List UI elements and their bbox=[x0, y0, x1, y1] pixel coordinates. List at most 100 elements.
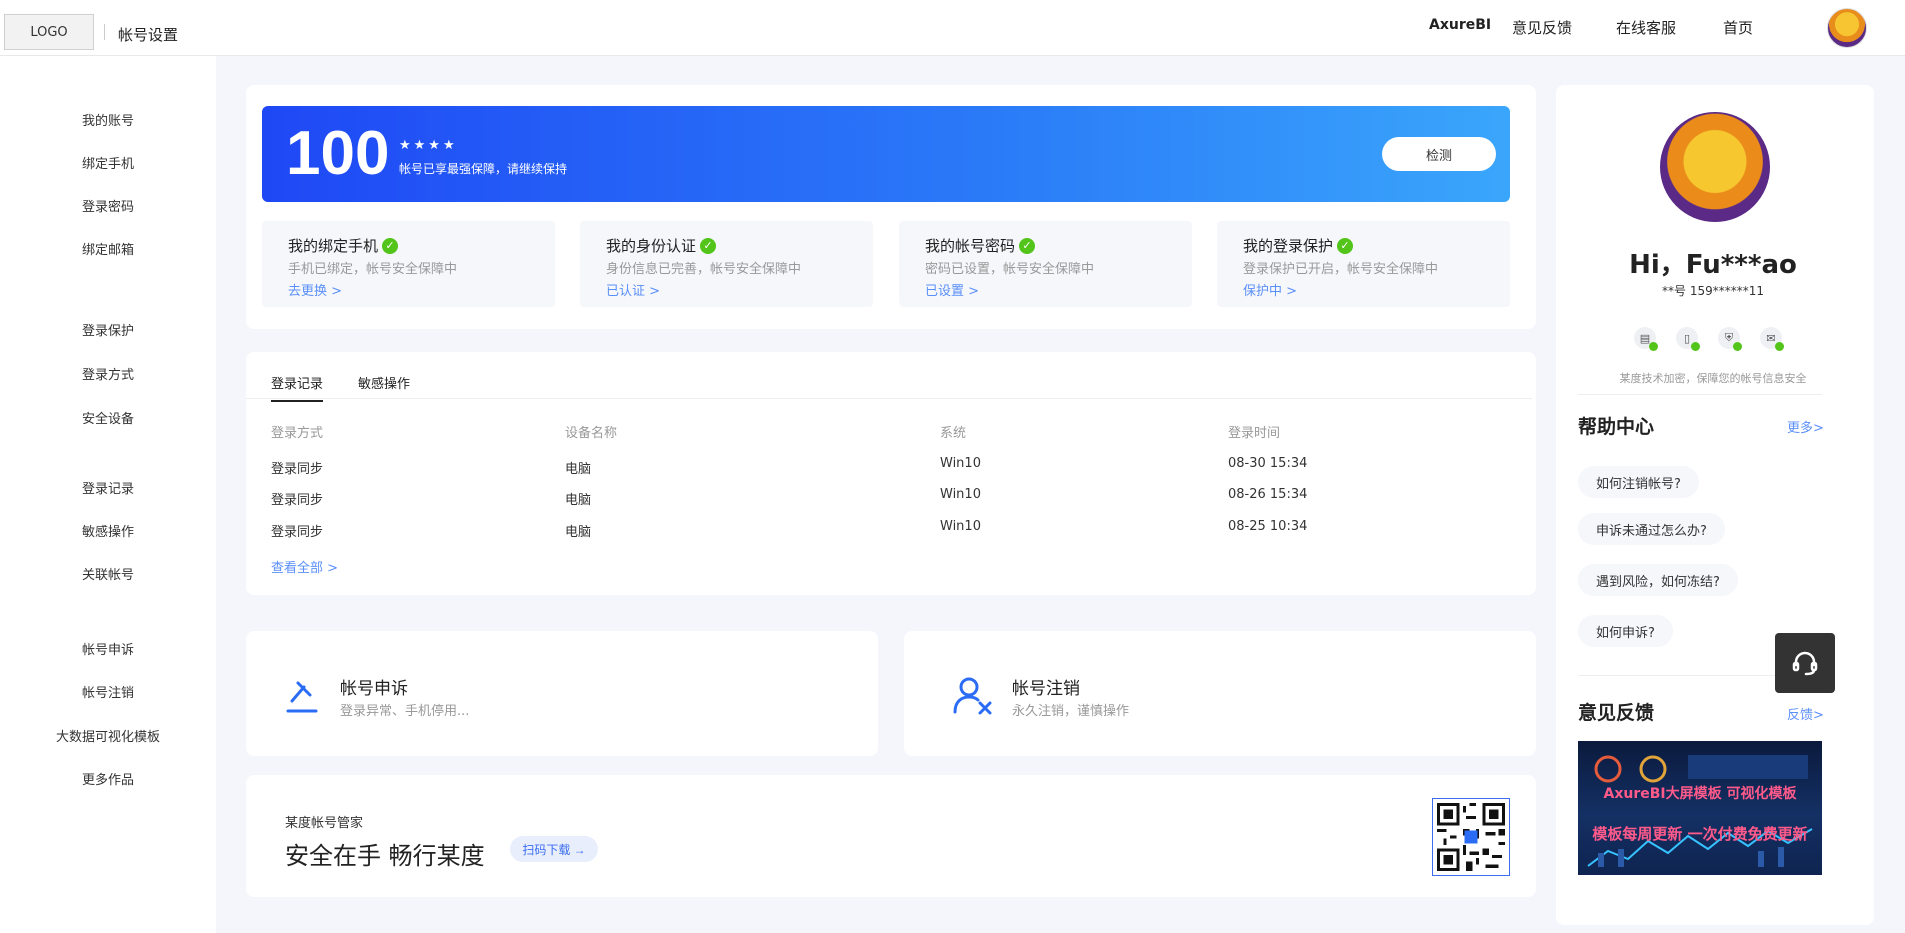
sidebar-item-bigdata-templates[interactable]: 大数据可视化模板 bbox=[0, 726, 216, 745]
security-item-desc: 手机已绑定，帐号安全保障中 bbox=[288, 262, 458, 277]
secure-note: 某度技术加密，保障您的帐号信息安全 bbox=[1619, 372, 1807, 385]
sidebar-item-login-records[interactable]: 登录记录 bbox=[0, 478, 216, 497]
user-avatar[interactable] bbox=[1827, 8, 1867, 48]
help-more-link[interactable]: 更多> bbox=[1787, 417, 1824, 436]
mail-icon[interactable]: ✉ bbox=[1760, 327, 1784, 351]
user-remove-icon bbox=[952, 675, 994, 715]
table-cell: 电脑 bbox=[565, 525, 592, 540]
security-item-identity: 我的身份认证 ✓ 身份信息已完善，帐号安全保障中 已认证 > bbox=[580, 221, 873, 307]
password-set-link[interactable]: 已设置 > bbox=[925, 280, 979, 299]
appeal-title: 帐号申诉 bbox=[340, 679, 408, 699]
table-cell: 08-25 10:34 bbox=[1228, 519, 1308, 534]
cancel-account-title: 帐号注销 bbox=[1012, 679, 1080, 699]
page-title: 帐号设置 bbox=[118, 26, 179, 44]
table-cell: 电脑 bbox=[565, 462, 592, 477]
appeal-desc: 登录异常、手机停用... bbox=[340, 704, 470, 719]
feedback-banner-image[interactable]: AxureBI大屏模板 可视化模板 模板每周更新 一次付费免费更新 bbox=[1578, 741, 1822, 875]
star-rating: ★★★★ bbox=[399, 138, 458, 153]
protecting-link[interactable]: 保护中 > bbox=[1243, 280, 1297, 299]
sidebar: 我的账号 绑定手机 登录密码 绑定邮箱 登录保护 登录方式 安全设备 登录记录 … bbox=[0, 56, 216, 933]
check-icon: ✓ bbox=[1337, 237, 1354, 254]
check-icon: ✓ bbox=[700, 237, 717, 254]
feedback-banner-line1: AxureBI大屏模板 可视化模板 bbox=[1603, 786, 1797, 802]
identity-verified-link[interactable]: 已认证 > bbox=[606, 280, 660, 299]
greeting: Hi，Fu***ao bbox=[1629, 250, 1797, 280]
sidebar-item-my-account[interactable]: 我的账号 bbox=[0, 110, 216, 129]
id-card-icon[interactable]: ▤ bbox=[1634, 327, 1658, 351]
help-item[interactable]: 申诉未通过怎么办? bbox=[1578, 513, 1725, 545]
account-number: **号 159******11 bbox=[1662, 284, 1764, 298]
customer-service-button[interactable] bbox=[1775, 633, 1835, 693]
table-cell: 电脑 bbox=[565, 493, 592, 508]
shield-icon[interactable]: ⛨ bbox=[1718, 327, 1742, 351]
profile-avatar[interactable] bbox=[1660, 112, 1770, 222]
login-records-card bbox=[246, 352, 1536, 595]
top-header: LOGO 帐号设置 AxureBI 意见反馈 在线客服 首页 bbox=[0, 0, 1905, 56]
nav-online-service[interactable]: 在线客服 bbox=[1616, 17, 1676, 38]
security-item-desc: 密码已设置，帐号安全保障中 bbox=[925, 262, 1095, 277]
detect-button[interactable]: 检测 bbox=[1382, 137, 1496, 171]
nav-axurebi[interactable]: AxureBI bbox=[1429, 17, 1491, 33]
column-header: 系统 bbox=[940, 426, 967, 441]
qr-code bbox=[1432, 798, 1510, 876]
table-cell: 登录同步 bbox=[271, 493, 324, 508]
nav-feedback[interactable]: 意见反馈 bbox=[1512, 17, 1572, 38]
sidebar-item-sensitive-ops[interactable]: 敏感操作 bbox=[0, 521, 216, 540]
cancel-account-card[interactable] bbox=[904, 631, 1536, 756]
security-item-title: 我的帐号密码 bbox=[925, 237, 1016, 255]
tab-divider bbox=[246, 398, 1532, 399]
help-center-title: 帮助中心 bbox=[1578, 416, 1655, 438]
security-score: 100 bbox=[286, 119, 390, 188]
security-item-phone: 我的绑定手机 ✓ 手机已绑定，帐号安全保障中 去更换 > bbox=[262, 221, 555, 307]
table-cell: 08-26 15:34 bbox=[1228, 487, 1308, 502]
sidebar-item-bind-email[interactable]: 绑定邮箱 bbox=[0, 239, 216, 258]
security-score-banner: 100 ★★★★ 帐号已享最强保障，请继续保持 检测 bbox=[262, 106, 1510, 202]
security-item-login-protect: 我的登录保护 ✓ 登录保护已开启，帐号安全保障中 保护中 > bbox=[1217, 221, 1510, 307]
sidebar-item-security-device[interactable]: 安全设备 bbox=[0, 408, 216, 427]
security-item-title: 我的登录保护 bbox=[1243, 237, 1334, 255]
sidebar-item-bind-phone[interactable]: 绑定手机 bbox=[0, 153, 216, 172]
help-item[interactable]: 如何申诉? bbox=[1578, 615, 1673, 647]
sidebar-item-login-method[interactable]: 登录方式 bbox=[0, 364, 216, 383]
cancel-account-desc: 永久注销，谨慎操作 bbox=[1012, 704, 1130, 719]
gavel-icon bbox=[282, 675, 322, 715]
help-item[interactable]: 遇到风险，如何冻结? bbox=[1578, 564, 1738, 596]
table-cell: Win10 bbox=[940, 456, 981, 471]
security-item-title: 我的绑定手机 bbox=[288, 237, 379, 255]
score-description: 帐号已享最强保障，请继续保持 bbox=[399, 162, 568, 176]
change-phone-link[interactable]: 去更换 > bbox=[288, 280, 342, 299]
column-header: 登录方式 bbox=[271, 426, 324, 441]
phone-icon[interactable]: ▯ bbox=[1676, 327, 1700, 351]
feedback-title: 意见反馈 bbox=[1578, 702, 1655, 724]
sidebar-item-more-works[interactable]: 更多作品 bbox=[0, 769, 216, 788]
check-icon: ✓ bbox=[382, 237, 399, 254]
sidebar-item-cancel-account[interactable]: 帐号注销 bbox=[0, 682, 216, 701]
logo[interactable]: LOGO bbox=[4, 14, 94, 50]
column-header: 设备名称 bbox=[565, 426, 618, 441]
feedback-link[interactable]: 反馈> bbox=[1787, 704, 1824, 723]
table-cell: 登录同步 bbox=[271, 462, 324, 477]
sidebar-item-login-password[interactable]: 登录密码 bbox=[0, 196, 216, 215]
feedback-banner-line2: 模板每周更新 一次付费免费更新 bbox=[1592, 825, 1808, 843]
header-divider bbox=[104, 24, 105, 40]
security-item-desc: 身份信息已完善，帐号安全保障中 bbox=[606, 262, 802, 277]
security-item-password: 我的帐号密码 ✓ 密码已设置，帐号安全保障中 已设置 > bbox=[899, 221, 1192, 307]
nav-home[interactable]: 首页 bbox=[1723, 17, 1753, 38]
table-cell: Win10 bbox=[940, 487, 981, 502]
table-cell: 登录同步 bbox=[271, 525, 324, 540]
table-cell: 08-30 15:34 bbox=[1228, 456, 1308, 471]
view-all-link[interactable]: 查看全部 > bbox=[271, 557, 338, 576]
security-item-desc: 登录保护已开启，帐号安全保障中 bbox=[1243, 262, 1439, 277]
scan-download-button[interactable]: 扫码下载 → bbox=[510, 836, 598, 862]
check-icon: ✓ bbox=[1019, 237, 1036, 254]
tab-sensitive-ops[interactable]: 敏感操作 bbox=[358, 373, 410, 392]
sidebar-item-login-protect[interactable]: 登录保护 bbox=[0, 320, 216, 339]
headset-icon bbox=[1792, 651, 1818, 676]
security-item-title: 我的身份认证 bbox=[606, 237, 697, 255]
manager-slogan: 安全在手 畅行某度 bbox=[285, 842, 485, 870]
column-header: 登录时间 bbox=[1228, 426, 1281, 441]
sidebar-item-linked-accounts[interactable]: 关联帐号 bbox=[0, 564, 216, 583]
manager-label: 某度帐号管家 bbox=[285, 816, 364, 831]
help-item[interactable]: 如何注销帐号? bbox=[1578, 466, 1699, 498]
sidebar-item-appeal[interactable]: 帐号申诉 bbox=[0, 639, 216, 658]
